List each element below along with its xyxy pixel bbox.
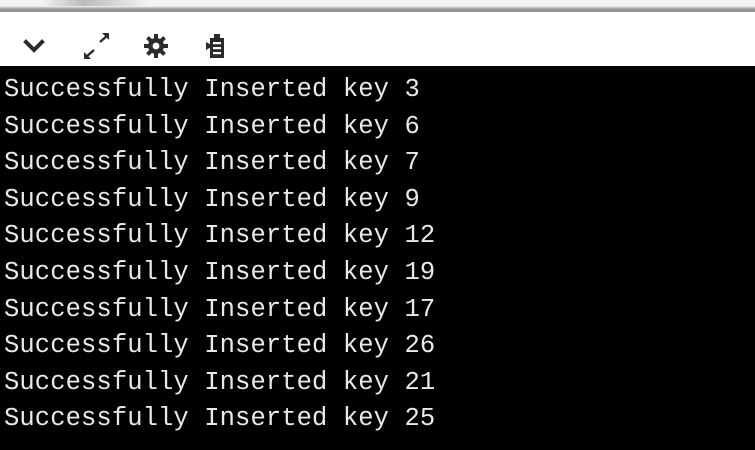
output-window: Successfully Inserted key 3 Successfully… xyxy=(0,0,755,450)
console-line: Successfully Inserted key 12 xyxy=(4,221,436,251)
console-line: Successfully Inserted key 25 xyxy=(4,404,436,434)
expand-icon xyxy=(84,33,109,59)
console-output: Successfully Inserted key 3 Successfully… xyxy=(0,66,755,450)
stdin-button[interactable] xyxy=(202,32,232,60)
console-line: Successfully Inserted key 6 xyxy=(4,111,420,141)
chevron-down-icon xyxy=(23,39,45,53)
console-line: Successfully Inserted key 9 xyxy=(4,184,420,214)
output-toolbar xyxy=(0,12,755,66)
console-lines: Successfully Inserted key 3 Successfully… xyxy=(4,72,435,438)
settings-button[interactable] xyxy=(141,32,171,60)
gear-icon xyxy=(144,34,168,58)
console-line: Successfully Inserted key 21 xyxy=(4,367,436,397)
expand-button[interactable] xyxy=(82,32,112,60)
collapse-button[interactable] xyxy=(19,32,49,60)
console-line: Successfully Inserted key 7 xyxy=(4,148,420,178)
window-top-edge xyxy=(0,0,755,12)
console-line: Successfully Inserted key 3 xyxy=(4,75,420,104)
console-line: Successfully Inserted key 19 xyxy=(4,257,436,287)
top-edge-smudge xyxy=(40,0,150,6)
console-line: Successfully Inserted key 26 xyxy=(4,331,436,361)
console-line: Successfully Inserted key 17 xyxy=(4,294,436,324)
stdin-icon xyxy=(206,34,224,58)
